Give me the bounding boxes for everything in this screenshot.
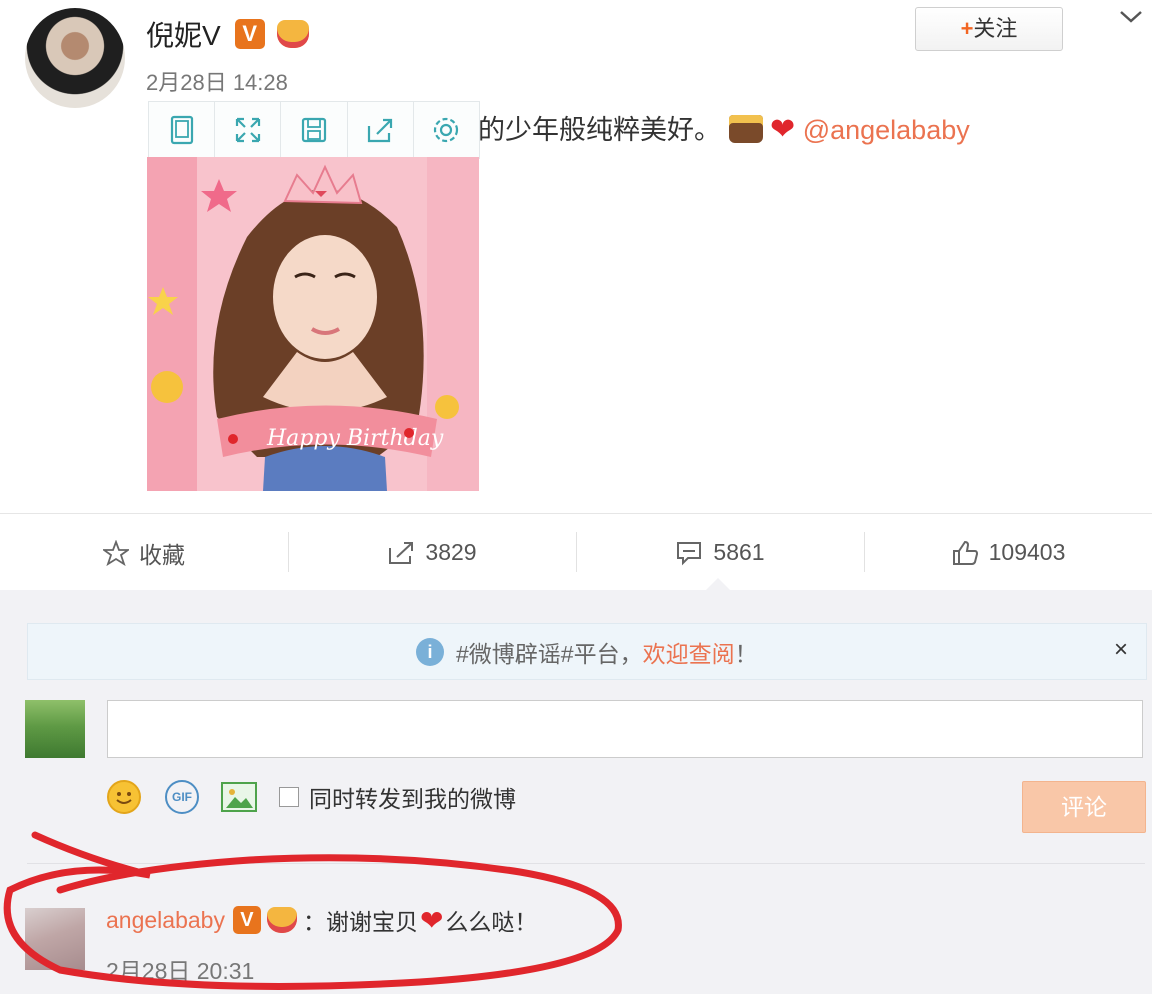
like-button[interactable]: 109403 bbox=[864, 514, 1152, 591]
reply-text-end: 么么哒！ bbox=[445, 909, 538, 935]
star-icon bbox=[103, 539, 129, 566]
plus-icon: + bbox=[960, 16, 974, 41]
repost-count: 3829 bbox=[425, 539, 477, 565]
save-image-button[interactable] bbox=[281, 102, 348, 158]
reply-username[interactable]: angelababy bbox=[106, 907, 225, 934]
info-icon: i bbox=[416, 638, 444, 666]
thumbs-up-icon bbox=[952, 540, 978, 565]
birthday-photo-illustration: Happy Birthday bbox=[147, 157, 479, 491]
reply-line: angelababy V ：谢谢宝贝 ❤ 么么哒！ bbox=[106, 903, 537, 937]
comment-icon bbox=[677, 541, 702, 565]
emoji-icon[interactable] bbox=[107, 780, 141, 814]
favorite-button[interactable]: 收藏 bbox=[0, 514, 288, 591]
heart-emoji-icon: ❤ bbox=[419, 904, 444, 936]
author-name[interactable]: 倪妮V bbox=[146, 14, 221, 54]
vip-crown-badge bbox=[266, 907, 297, 933]
current-user-avatar[interactable] bbox=[25, 700, 85, 758]
notice-link[interactable]: 欢迎查阅 bbox=[643, 635, 735, 669]
chevron-down-icon[interactable] bbox=[1118, 6, 1144, 26]
post-time[interactable]: 2月28日 14:28 bbox=[146, 65, 288, 97]
follow-button[interactable]: +关注 bbox=[915, 7, 1063, 51]
composer-tools: GIF 同时转发到我的微博 bbox=[107, 779, 516, 815]
settings-button[interactable] bbox=[414, 102, 479, 158]
action-bar: 收藏 3829 5861 109403 bbox=[0, 513, 1152, 592]
vip-crown-badge bbox=[276, 20, 309, 48]
image-toolbar bbox=[148, 101, 480, 159]
reply-time[interactable]: 2月28日 20:31 bbox=[106, 952, 254, 986]
share-image-button[interactable] bbox=[348, 102, 414, 158]
close-icon[interactable]: × bbox=[1114, 636, 1128, 664]
submit-comment-button[interactable]: 评论 bbox=[1022, 781, 1146, 833]
cake-emoji-icon bbox=[728, 115, 763, 143]
save-icon bbox=[301, 117, 327, 143]
post-text: 的少年般纯粹美好。 ❤ @angelababy bbox=[478, 108, 970, 147]
gif-icon[interactable]: GIF bbox=[165, 780, 199, 814]
repost-icon bbox=[389, 541, 414, 564]
repost-checkbox-label[interactable]: 同时转发到我的微博 bbox=[309, 780, 516, 814]
like-count: 109403 bbox=[988, 539, 1066, 565]
favorite-label: 收藏 bbox=[139, 541, 185, 568]
post-photo[interactable]: Happy Birthday bbox=[147, 157, 479, 491]
expand-icon bbox=[235, 117, 260, 143]
follow-label: 关注 bbox=[973, 16, 1018, 41]
share-icon bbox=[368, 118, 393, 143]
repost-checkbox[interactable] bbox=[279, 787, 299, 807]
notice-suffix: ！ bbox=[734, 641, 758, 667]
comment-input[interactable] bbox=[107, 700, 1143, 758]
verified-v-badge: V bbox=[234, 19, 265, 49]
notice-text: #微博辟谣#平台， bbox=[456, 641, 643, 667]
reply-user-avatar[interactable] bbox=[25, 908, 85, 970]
heart-emoji-icon: ❤ bbox=[770, 113, 796, 146]
post-text-body: 的少年般纯粹美好。 bbox=[478, 115, 721, 145]
rumor-notice: i #微博辟谣#平台， 欢迎查阅 ！ × bbox=[27, 623, 1147, 680]
reply-text: ：谢谢宝贝 bbox=[302, 909, 418, 935]
author-row: 倪妮V V bbox=[146, 14, 309, 54]
repost-button[interactable]: 3829 bbox=[288, 514, 576, 591]
notice-content: i #微博辟谣#平台， 欢迎查阅 ！ bbox=[416, 635, 758, 669]
expand-button[interactable] bbox=[215, 102, 282, 158]
portrait-icon bbox=[170, 115, 193, 145]
comment-caret bbox=[705, 578, 731, 591]
mention-link[interactable]: @angelababy bbox=[803, 115, 970, 145]
divider bbox=[27, 863, 1145, 864]
author-avatar[interactable] bbox=[25, 8, 125, 108]
image-icon[interactable] bbox=[221, 782, 257, 812]
comment-count: 5861 bbox=[713, 539, 765, 565]
portrait-view-button[interactable] bbox=[149, 102, 216, 158]
svg-text:Happy Birthday: Happy Birthday bbox=[266, 426, 444, 451]
gear-icon bbox=[434, 117, 459, 143]
verified-v-badge: V bbox=[232, 906, 261, 934]
